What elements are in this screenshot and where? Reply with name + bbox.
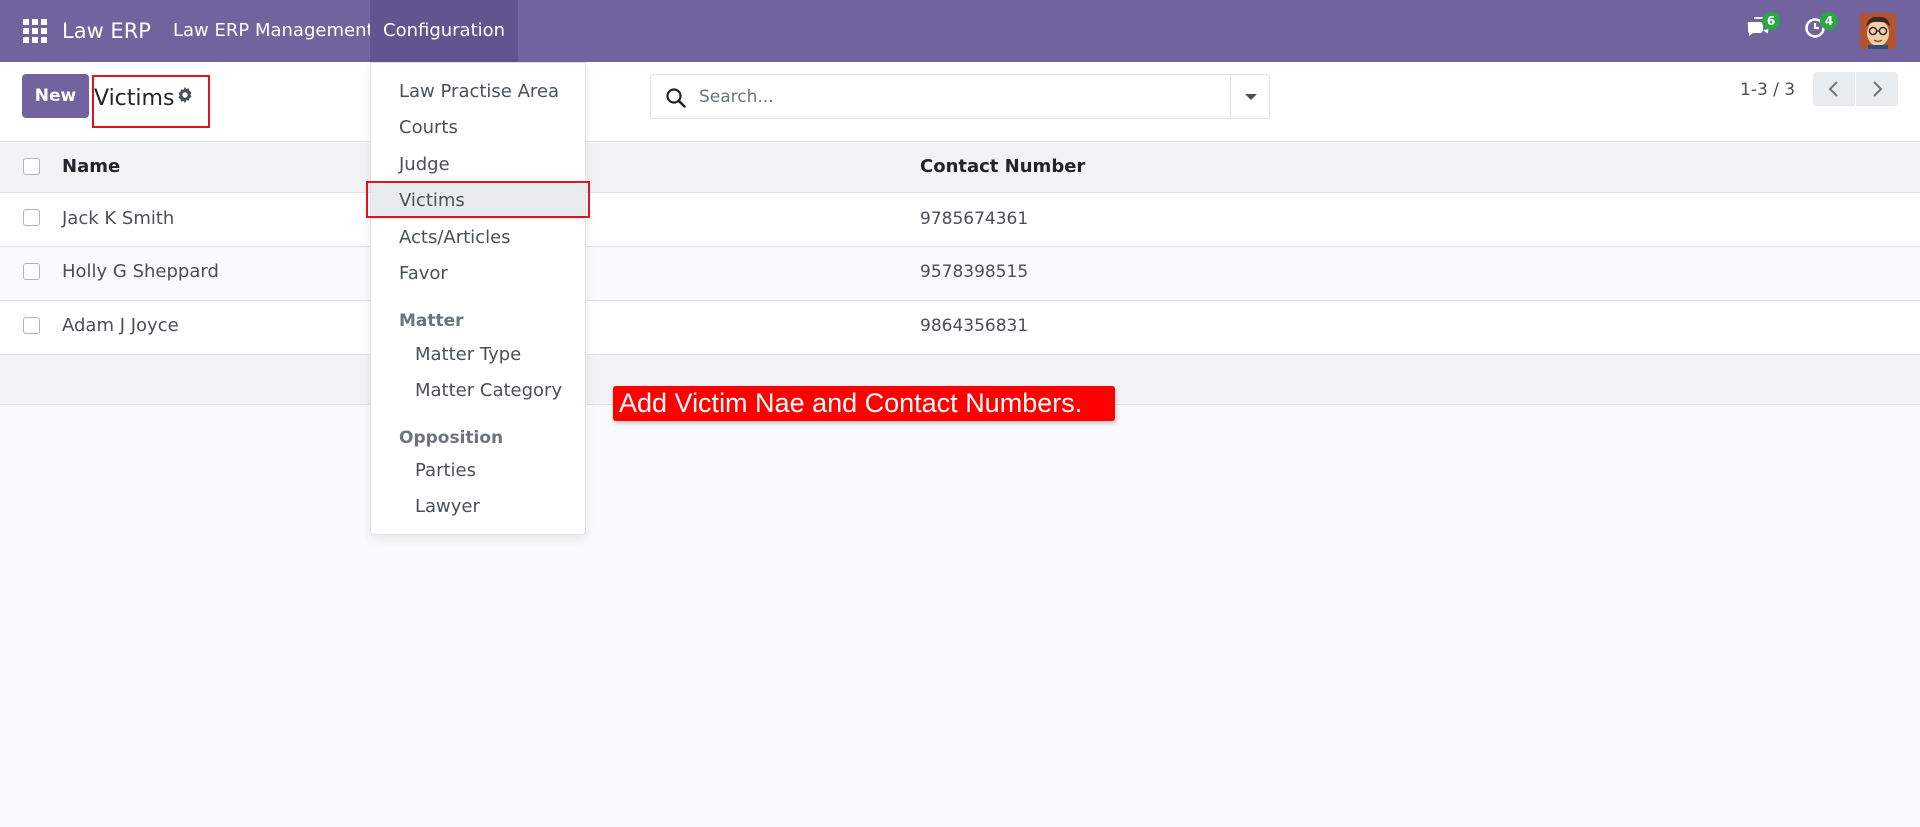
table-row[interactable]: Jack K Smith 9785674361 bbox=[0, 193, 1920, 247]
row-checkbox[interactable] bbox=[23, 317, 40, 334]
menu-item-acts-articles[interactable]: Acts/Articles bbox=[371, 220, 585, 256]
victims-highlight-box bbox=[366, 181, 590, 218]
menu-item-parties[interactable]: Parties bbox=[371, 453, 585, 489]
table-row[interactable]: Adam J Joyce 9864356831 bbox=[0, 301, 1920, 355]
apps-grid-icon[interactable] bbox=[23, 19, 47, 43]
row-name: Jack K Smith bbox=[62, 208, 175, 229]
row-contact: 9785674361 bbox=[920, 209, 1029, 229]
row-checkbox[interactable] bbox=[23, 209, 40, 226]
activity-badge: 4 bbox=[1820, 12, 1838, 30]
menu-section-opposition: Opposition bbox=[399, 428, 504, 448]
row-name: Adam J Joyce bbox=[62, 315, 179, 336]
top-navbar: Law ERP Law ERP Management Configuration… bbox=[0, 0, 1920, 62]
menu-law-erp-management[interactable]: Law ERP Management bbox=[160, 0, 387, 62]
pager-next-button[interactable] bbox=[1856, 72, 1898, 106]
search-options-toggle[interactable] bbox=[1230, 75, 1270, 118]
control-panel: New Victims 1-3 / 3 bbox=[0, 62, 1920, 142]
row-contact: 9864356831 bbox=[920, 316, 1029, 336]
row-name: Holly G Sheppard bbox=[62, 261, 219, 282]
new-button[interactable]: New bbox=[22, 74, 89, 118]
menu-item-judge[interactable]: Judge bbox=[371, 147, 585, 183]
search-icon bbox=[665, 87, 687, 109]
menu-section-matter: Matter bbox=[399, 311, 464, 331]
chat-icon[interactable]: 6 bbox=[1745, 12, 1780, 44]
menu-item-matter-category[interactable]: Matter Category bbox=[371, 373, 585, 409]
select-all-checkbox[interactable] bbox=[23, 158, 40, 175]
table-row[interactable]: Holly G Sheppard 9578398515 bbox=[0, 247, 1920, 301]
menu-item-lawyer[interactable]: Lawyer bbox=[371, 489, 585, 525]
search-bar bbox=[650, 74, 1270, 119]
gear-icon[interactable] bbox=[176, 86, 196, 106]
page-title: Victims bbox=[94, 86, 175, 111]
search-input[interactable] bbox=[699, 81, 1199, 113]
menu-item-matter-type[interactable]: Matter Type bbox=[371, 337, 585, 373]
row-contact: 9578398515 bbox=[920, 262, 1029, 282]
list-header: Name Contact Number bbox=[0, 143, 1920, 193]
configuration-dropdown: Law Practise Area Courts Judge Victims A… bbox=[370, 62, 586, 535]
chat-badge: 6 bbox=[1762, 12, 1780, 30]
activity-clock-icon[interactable]: 4 bbox=[1803, 12, 1838, 44]
menu-item-courts[interactable]: Courts bbox=[371, 110, 585, 146]
menu-item-law-practise-area[interactable]: Law Practise Area bbox=[371, 74, 585, 110]
menu-configuration[interactable]: Configuration bbox=[370, 0, 519, 62]
pager-previous-button[interactable] bbox=[1813, 72, 1855, 106]
app-brand[interactable]: Law ERP bbox=[62, 0, 151, 62]
pager-value[interactable]: 1-3 / 3 bbox=[1740, 80, 1795, 100]
row-checkbox[interactable] bbox=[23, 263, 40, 280]
menu-item-favor[interactable]: Favor bbox=[371, 256, 585, 292]
column-header-contact-number[interactable]: Contact Number bbox=[920, 156, 1085, 177]
column-header-name[interactable]: Name bbox=[62, 156, 120, 177]
instruction-annotation: Add Victim Nae and Contact Numbers. bbox=[613, 386, 1115, 421]
user-avatar[interactable] bbox=[1860, 13, 1896, 49]
